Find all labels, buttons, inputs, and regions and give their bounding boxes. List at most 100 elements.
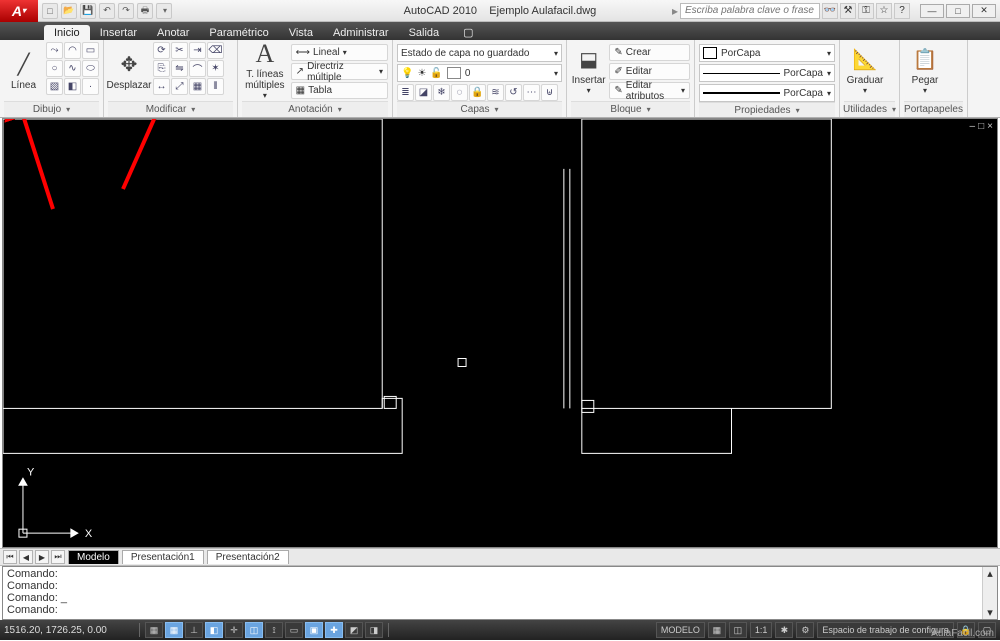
stretch-icon[interactable]: ↔ (153, 78, 170, 95)
lineweight-combo[interactable]: PorCapa▾ (699, 84, 835, 102)
layeriso-icon[interactable]: ◪ (415, 84, 432, 101)
trim-icon[interactable]: ✂ (171, 42, 188, 59)
status-toggle-9[interactable]: ✚ (325, 622, 343, 638)
region-icon[interactable]: ◧ (64, 78, 81, 95)
nav-last-button[interactable]: ⏭ (51, 550, 65, 564)
tab-extra-icon[interactable]: ▢ (453, 24, 483, 40)
ellipse-icon[interactable]: ⬭ (82, 60, 99, 77)
spline-icon[interactable]: ∿ (64, 60, 81, 77)
layer-combo[interactable]: 💡☀🔓 0▾ (397, 64, 562, 82)
graduar-button[interactable]: 📐Graduar▾ (844, 42, 886, 100)
rotate-icon[interactable]: ⟳ (153, 42, 170, 59)
layerfrz-icon[interactable]: ❄ (433, 84, 450, 101)
status-toggle-3[interactable]: ◧ (205, 622, 223, 638)
star-icon[interactable]: ☆ (876, 3, 892, 19)
status-toggle-10[interactable]: ◩ (345, 622, 363, 638)
wrench-icon[interactable]: ⚒ (840, 3, 856, 19)
annoscale-button[interactable]: 1:1 (750, 622, 773, 638)
qat-redo-icon[interactable]: ↷ (118, 3, 134, 19)
panel-utilidades-label[interactable]: Utilidades (844, 101, 895, 117)
layermrg-icon[interactable]: ⊎ (541, 84, 558, 101)
tab-anotar[interactable]: Anotar (147, 25, 199, 40)
qat-more-button[interactable] (156, 3, 172, 19)
status-toggle-11[interactable]: ◨ (365, 622, 383, 638)
qat-undo-icon[interactable]: ↶ (99, 3, 115, 19)
layer-props-icon[interactable]: ≣ (397, 84, 414, 101)
qat-open-icon[interactable]: 📂 (61, 3, 77, 19)
annoauto-icon[interactable]: ⚙ (796, 622, 814, 638)
nav-first-button[interactable]: ⏮ (3, 550, 17, 564)
polyline-icon[interactable]: ⤳ (46, 42, 63, 59)
fillet-icon[interactable]: ⌒ (189, 60, 206, 77)
panel-capas-label[interactable]: Capas (397, 101, 562, 117)
help-icon[interactable]: ? (894, 3, 910, 19)
mleader-button[interactable]: ↗Directriz múltiple▾ (291, 63, 388, 80)
status-toggle-2[interactable]: ⊥ (185, 622, 203, 638)
qat-new-icon[interactable]: □ (42, 3, 58, 19)
maximize-button[interactable]: □ (946, 4, 970, 18)
status-toggle-6[interactable]: ⟟ (265, 622, 283, 638)
extend-icon[interactable]: ⇥ (189, 42, 206, 59)
desplazar-button[interactable]: ✥ Desplazar (108, 42, 150, 100)
point-icon[interactable]: · (82, 78, 99, 95)
crear-block-button[interactable]: ✎Crear (609, 44, 690, 61)
qat-save-icon[interactable]: 💾 (80, 3, 96, 19)
pegar-button[interactable]: 📋Pegar▾ (904, 42, 946, 100)
model-space-button[interactable]: MODELO (656, 622, 705, 638)
scale-icon[interactable]: ⤢ (171, 78, 188, 95)
drawing-canvas[interactable]: – □ × X Y (2, 118, 998, 548)
tab-inicio[interactable]: Inicio (44, 25, 90, 40)
key-icon[interactable]: ⚿ (858, 3, 874, 19)
mtext-button[interactable]: A T. líneasmúltiples ▾ (242, 42, 288, 100)
layermore-icon[interactable]: ⋯ (523, 84, 540, 101)
copy-icon[interactable]: ⎘ (153, 60, 170, 77)
tab-presentacion1[interactable]: Presentación1 (122, 550, 204, 564)
status-toggle-4[interactable]: ✛ (225, 622, 243, 638)
panel-bloque-label[interactable]: Bloque (571, 101, 690, 117)
status-toggle-8[interactable]: ▣ (305, 622, 323, 638)
status-toggle-5[interactable]: ◫ (245, 622, 263, 638)
close-button[interactable]: ✕ (972, 4, 996, 18)
color-combo[interactable]: PorCapa▾ (699, 44, 835, 62)
binoculars-icon[interactable]: 👓 (822, 3, 838, 19)
layeroff-icon[interactable]: ◌ (451, 84, 468, 101)
offset-icon[interactable]: ⫴ (207, 78, 224, 95)
insertar-block-button[interactable]: ⬓ Insertar▾ (571, 42, 606, 100)
grid-display-icon[interactable]: ▦ (708, 622, 726, 638)
arc-icon[interactable]: ◠ (64, 42, 81, 59)
tab-presentacion2[interactable]: Presentación2 (207, 550, 289, 564)
explode-icon[interactable]: ✶ (207, 60, 224, 77)
dim-lineal-button[interactable]: ⟷Lineal▾ (291, 44, 388, 61)
panel-propiedades-label[interactable]: Propiedades (699, 102, 835, 117)
tab-administrar[interactable]: Administrar (323, 25, 399, 40)
search-input[interactable] (680, 3, 820, 19)
panel-dibujo-label[interactable]: Dibujo (4, 101, 99, 117)
layer-state-combo[interactable]: Estado de capa no guardado▾ (397, 44, 562, 62)
circle-icon[interactable]: ○ (46, 60, 63, 77)
status-toggle-7[interactable]: ▭ (285, 622, 303, 638)
panel-anotacion-label[interactable]: Anotación (242, 101, 388, 117)
nav-next-button[interactable]: ▶ (35, 550, 49, 564)
rect-icon[interactable]: ▭ (82, 42, 99, 59)
minimize-button[interactable]: — (920, 4, 944, 18)
mirror-icon[interactable]: ⇋ (171, 60, 188, 77)
array-icon[interactable]: ▦ (189, 78, 206, 95)
layermatch-icon[interactable]: ≋ (487, 84, 504, 101)
status-toggle-0[interactable]: ▦ (145, 622, 163, 638)
tab-parametrico[interactable]: Paramétrico (199, 25, 278, 40)
tab-vista[interactable]: Vista (279, 25, 323, 40)
linetype-combo[interactable]: PorCapa▾ (699, 64, 835, 82)
tab-insertar[interactable]: Insertar (90, 25, 147, 40)
layerprev-icon[interactable]: ↺ (505, 84, 522, 101)
tab-modelo[interactable]: Modelo (68, 550, 119, 564)
qat-print-icon[interactable]: 🖶 (137, 3, 153, 19)
command-line[interactable]: Comando: Comando: Comando: _ Comando: ▴▾ (2, 566, 998, 620)
panel-modificar-label[interactable]: Modificar (108, 101, 233, 117)
table-button[interactable]: ▦Tabla (291, 82, 388, 99)
tab-salida[interactable]: Salida (399, 25, 450, 40)
command-scrollbar[interactable]: ▴▾ (982, 567, 997, 619)
erase-icon[interactable]: ⌫ (207, 42, 224, 59)
status-toggle-1[interactable]: ▦ (165, 622, 183, 638)
nav-prev-button[interactable]: ◀ (19, 550, 33, 564)
layerlock-icon[interactable]: 🔒 (469, 84, 486, 101)
